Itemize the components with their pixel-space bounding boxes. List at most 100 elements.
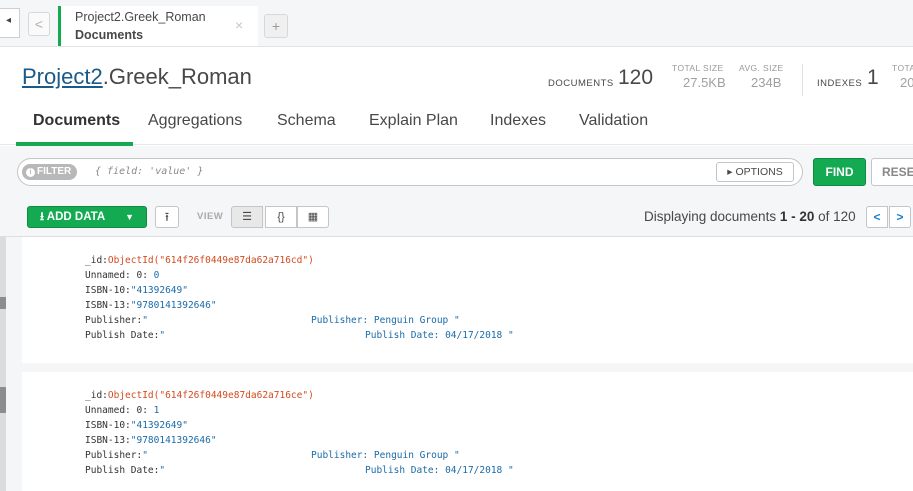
field-isbn13: ISBN-13:"9780141392646": [85, 435, 217, 446]
field-key: ISBN-13:: [85, 300, 131, 311]
new-tab-button[interactable]: +: [264, 14, 288, 38]
field-publish-date-continuation: Publish Date: 04/17/2018 ": [365, 330, 514, 341]
field-publisher: Publisher:": [85, 450, 148, 461]
list-icon: ☰: [242, 211, 252, 223]
tab-strip: ◂ < Project2.Greek_Roman Documents × +: [0, 0, 913, 47]
field-publish-date: Publish Date:": [85, 330, 165, 341]
field-id: _id:ObjectId("614f26f0449e87da62a716cd"): [85, 255, 314, 266]
field-key: Publisher:: [85, 450, 143, 461]
field-unnamed: Unnamed: 0: 1: [85, 405, 159, 416]
tab-indexes[interactable]: Indexes: [490, 112, 546, 130]
query-bar: i FILTER { field: 'value' } ▸ OPTIONS FIN…: [0, 146, 913, 200]
field-key: ISBN-10:: [85, 285, 131, 296]
page-title: Project2.Greek_Roman: [22, 64, 252, 90]
field-value: "41392649": [130, 420, 188, 431]
tab-scroll-left-button[interactable]: <: [28, 12, 50, 36]
field-key: Publish Date:: [85, 465, 160, 476]
pagination-range: 1 - 20: [779, 209, 815, 224]
info-icon: i: [26, 168, 35, 177]
tab-namespace: Project2.Greek_Roman: [75, 10, 206, 24]
document-card[interactable]: _id:ObjectId("614f26f0449e87da62a716ce")…: [22, 372, 913, 491]
pagination-total: of 120: [814, 209, 856, 224]
field-publisher-continuation: Publisher: Penguin Group ": [311, 315, 460, 326]
collection-name: .Greek_Roman: [102, 64, 252, 89]
avg-size-label: AVG. SIZE: [739, 63, 784, 73]
field-value: 0: [153, 270, 160, 281]
field-value: ": [142, 450, 148, 461]
field-value: ": [159, 465, 166, 476]
field-value: ObjectId("614f26f0449e87da62a716cd"): [107, 255, 314, 266]
find-button[interactable]: FIND: [813, 158, 866, 186]
tab-aggregations[interactable]: Aggregations: [148, 112, 242, 130]
field-value: ": [159, 330, 166, 341]
field-key: _id:: [85, 255, 108, 266]
total-index-size-label: TOTA: [892, 63, 913, 73]
strip-marker: [0, 387, 6, 413]
pagination-prefix: Displaying documents: [644, 209, 780, 224]
field-publish-date-continuation: Publish Date: 04/17/2018 ": [365, 465, 514, 476]
tab-schema[interactable]: Schema: [277, 112, 336, 130]
tab-documents[interactable]: Documents: [33, 112, 120, 130]
strip-marker: [0, 297, 6, 309]
field-key: Publish Date:: [85, 330, 160, 341]
field-publisher-continuation: Publisher: Penguin Group ": [311, 450, 460, 461]
documents-count-label: DOCUMENTS: [548, 78, 614, 89]
options-button[interactable]: ▸ OPTIONS: [716, 162, 794, 182]
field-key: Unnamed: 0:: [85, 405, 148, 416]
chevron-left-icon: <: [34, 16, 44, 32]
view-json-button[interactable]: {}: [265, 206, 297, 228]
view-table-button[interactable]: ▦: [297, 206, 329, 228]
documents-toolbar: ⭳ ADD DATA ▼ ⭱ VIEW ☰ {} ▦ Displaying do…: [0, 200, 913, 237]
chevron-right-icon: >: [896, 210, 904, 224]
indexes-count-value: 1: [867, 66, 879, 89]
tab-project2-greek-roman[interactable]: Project2.Greek_Roman Documents ×: [58, 6, 258, 46]
field-isbn10: ISBN-10:"41392649": [85, 420, 188, 431]
close-icon[interactable]: ×: [235, 17, 243, 33]
field-value: 1: [153, 405, 160, 416]
chevron-left-icon: <: [873, 210, 881, 224]
pagination-summary: Displaying documents 1 - 20 of 120: [644, 209, 856, 224]
view-list-button[interactable]: ☰: [231, 206, 263, 228]
filter-input[interactable]: i FILTER { field: 'value' } ▸ OPTIONS: [17, 158, 803, 186]
filter-placeholder: { field: 'value' }: [95, 166, 204, 177]
documents-count-value: 120: [618, 66, 654, 89]
field-value: "9780141392646": [130, 300, 217, 311]
field-key: _id:: [85, 390, 108, 401]
plus-icon: +: [271, 18, 281, 34]
field-key: ISBN-13:: [85, 435, 131, 446]
total-size-value: 27.5KB: [683, 75, 726, 90]
stats-divider: [802, 64, 803, 96]
avg-size-value: 234B: [751, 75, 782, 90]
tab-validation[interactable]: Validation: [579, 112, 648, 130]
json-braces-icon: {}: [277, 211, 285, 223]
field-id: _id:ObjectId("614f26f0449e87da62a716ce"): [85, 390, 314, 401]
sidebar-toggle[interactable]: ◂: [0, 8, 20, 38]
database-link[interactable]: Project2: [22, 64, 103, 89]
field-key: Publisher:: [85, 315, 143, 326]
table-icon: ▦: [307, 211, 319, 223]
field-key: Unnamed: 0:: [85, 270, 148, 281]
total-index-size-value: 20: [900, 75, 913, 90]
view-label: VIEW: [197, 211, 224, 222]
field-publisher: Publisher:": [85, 315, 148, 326]
filter-label-text: FILTER: [37, 166, 72, 177]
field-value: ": [142, 315, 148, 326]
collapse-left-icon: ◂: [6, 15, 12, 26]
indexes-count-label: INDEXES: [817, 78, 863, 89]
add-data-label: ADD DATA: [46, 211, 106, 223]
filter-label: i FILTER: [22, 164, 78, 180]
field-value: "9780141392646": [130, 435, 217, 446]
previous-page-button[interactable]: <: [866, 206, 888, 228]
tab-explain-plan[interactable]: Explain Plan: [369, 112, 458, 130]
next-page-button[interactable]: >: [889, 206, 911, 228]
left-scroll-strip: [0, 237, 6, 491]
download-icon: ⭳: [40, 211, 47, 223]
export-button[interactable]: ⭱: [155, 206, 179, 228]
total-size-label: TOTAL SIZE: [672, 63, 724, 73]
export-icon: ⭱: [164, 210, 170, 224]
add-data-button[interactable]: ⭳ ADD DATA ▼: [27, 206, 147, 228]
reset-button[interactable]: RESE: [871, 158, 913, 186]
document-card[interactable]: _id:ObjectId("614f26f0449e87da62a716cd")…: [22, 237, 913, 363]
field-isbn10: ISBN-10:"41392649": [85, 285, 188, 296]
field-value: ObjectId("614f26f0449e87da62a716ce"): [107, 390, 314, 401]
